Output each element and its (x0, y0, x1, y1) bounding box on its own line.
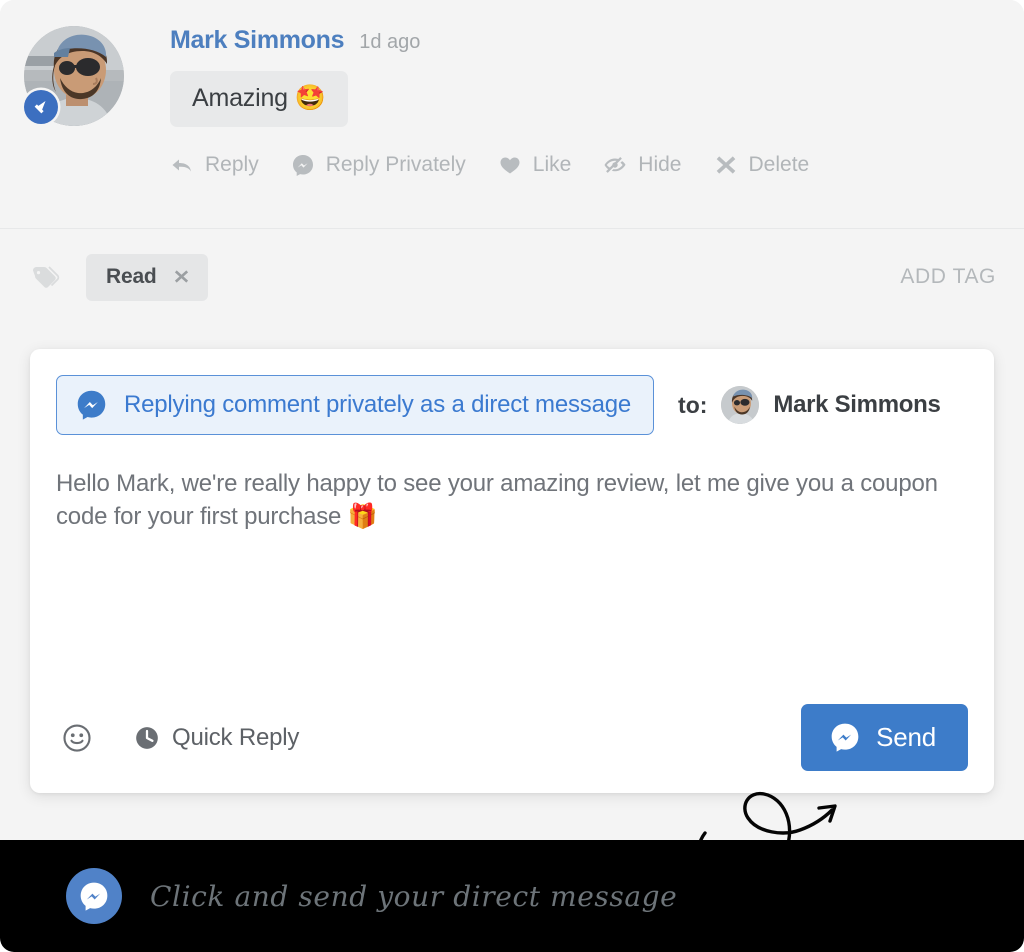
action-hide[interactable]: Hide (603, 153, 682, 177)
recipient-prefix-label: to: (678, 391, 708, 418)
reply-mode-selector[interactable]: Replying comment privately as a direct m… (56, 375, 655, 435)
action-reply-privately[interactable]: Reply Privately (291, 153, 466, 177)
comment-row: Mark Simmons 1d ago Amazing 🤩 Reply Repl… (24, 22, 1000, 177)
comment-actions: Reply Reply Privately Like Hide Delete (170, 153, 1000, 177)
bottom-banner: Click and send your direct message (0, 840, 1024, 952)
tag-chip-read[interactable]: Read (86, 253, 208, 301)
comment-section: Mark Simmons 1d ago Amazing 🤩 Reply Repl… (0, 0, 1024, 228)
tag-remove-icon[interactable] (173, 268, 190, 285)
action-reply-privately-label: Reply Privately (325, 153, 466, 176)
comment-author-name[interactable]: Mark Simmons (170, 26, 345, 55)
clock-icon (134, 725, 160, 751)
message-input[interactable]: Hello Mark, we're really happy to see yo… (56, 467, 956, 686)
action-like[interactable]: Like (498, 153, 572, 177)
action-hide-label: Hide (638, 153, 682, 176)
comment-header: Mark Simmons 1d ago (170, 26, 1000, 55)
app-root: Mark Simmons 1d ago Amazing 🤩 Reply Repl… (0, 0, 1024, 952)
composer-toolbar: Quick Reply Send (56, 704, 968, 771)
action-like-label: Like (532, 153, 572, 176)
action-delete[interactable]: Delete (714, 153, 810, 177)
recipient-name: Mark Simmons (773, 391, 941, 418)
action-reply-label: Reply (205, 153, 259, 176)
reply-mode-label: Replying comment privately as a direct m… (124, 390, 632, 418)
messenger-icon (291, 153, 315, 177)
tag-icon (30, 262, 60, 292)
send-button-label: Send (876, 721, 936, 752)
banner-caption: Click and send your direct message (150, 879, 678, 913)
action-reply[interactable]: Reply (170, 153, 259, 177)
megaphone-icon (24, 90, 58, 124)
action-delete-label: Delete (748, 153, 810, 176)
comment-timestamp: 1d ago (359, 31, 421, 53)
comment-body: Mark Simmons 1d ago Amazing 🤩 Reply Repl… (170, 22, 1000, 177)
reply-arrow-icon (170, 153, 194, 177)
messenger-icon (66, 868, 122, 924)
eye-slash-icon (603, 153, 627, 177)
tag-chip-label: Read (106, 264, 157, 288)
comment-text-bubble: Amazing 🤩 (170, 71, 348, 127)
send-button[interactable]: Send (801, 704, 968, 771)
composer-area: Replying comment privately as a direct m… (0, 327, 1024, 827)
quick-reply-label: Quick Reply (172, 723, 300, 751)
avatar[interactable] (24, 26, 124, 126)
composer-card: Replying comment privately as a direct m… (30, 349, 994, 793)
smiley-icon[interactable] (62, 723, 92, 753)
heart-icon (498, 153, 522, 177)
close-x-icon (714, 153, 738, 177)
add-tag-button[interactable]: ADD TAG (900, 265, 996, 289)
messenger-icon (75, 388, 108, 421)
quick-reply-button[interactable]: Quick Reply (134, 724, 299, 752)
tag-bar: Read ADD TAG (0, 229, 1024, 327)
composer-header: Replying comment privately as a direct m… (56, 375, 968, 435)
recipient-avatar (721, 386, 760, 424)
messenger-icon (829, 721, 861, 753)
